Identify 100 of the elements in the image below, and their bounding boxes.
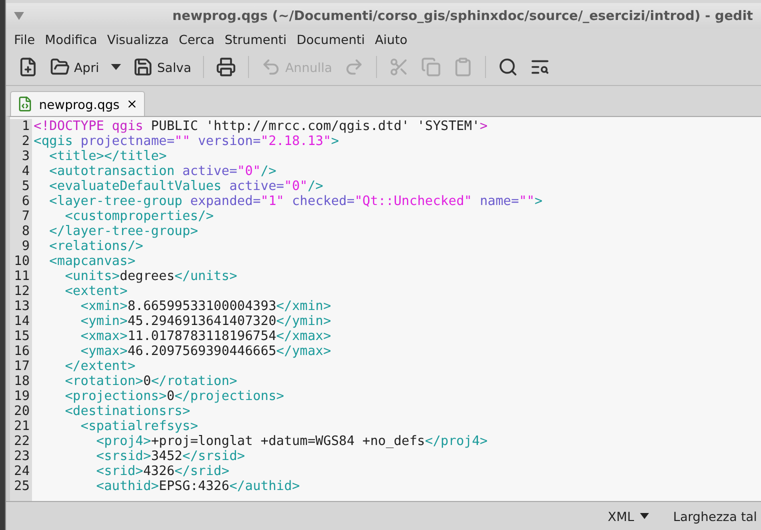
xml-tag: <layer-tree-group (34, 194, 182, 209)
code-text: 3452 (151, 449, 182, 464)
menu-item[interactable]: Visualizza (103, 32, 173, 46)
printer-icon (216, 57, 236, 77)
xml-tag: <relations/> (34, 239, 144, 254)
xml-tag: </srsid> (182, 449, 245, 464)
redo-icon (344, 57, 364, 77)
menu-item[interactable]: Strumenti (220, 32, 291, 46)
code-text: 11.0178783118196754 (128, 329, 276, 344)
code-text: 45.2946913641407320 (128, 314, 276, 329)
line-number: 11 (14, 269, 30, 284)
line-number: 18 (14, 374, 30, 389)
window-title: newprog.qgs (~/Documenti/corso_gis/sphinxdoc/source/_esercizi/introd) - gedit (171, 8, 753, 24)
attribute-name: version= (197, 134, 261, 149)
language-selector[interactable]: XML (608, 508, 650, 524)
menu-item[interactable]: Cerca (174, 32, 219, 46)
code-text: 0 (166, 389, 175, 404)
xml-tag: <title></title> (34, 149, 167, 164)
caret-icon (111, 64, 122, 70)
line-number: 7 (22, 209, 30, 224)
attribute-value: "1" (260, 194, 284, 209)
undo-icon (261, 57, 282, 77)
tab-width-selector[interactable]: Larghezza tal (673, 508, 757, 524)
menu-item[interactable]: Modifica (40, 32, 102, 46)
xml-tag: </rotation> (151, 374, 238, 389)
xml-tag: <extent> (34, 284, 128, 299)
xml-tag: /> (308, 179, 324, 194)
tab-label: newprog.qgs (39, 96, 120, 112)
xml-tag: </units> (174, 269, 238, 284)
xml-tag: <spatialrefsys> (34, 419, 198, 434)
line-number: 15 (14, 329, 30, 344)
xml-tag: <xmin> (34, 299, 128, 314)
xml-tag: <mapcanvas> (34, 254, 136, 269)
menu-item[interactable]: Aiuto (370, 32, 412, 46)
xml-tag: > (331, 134, 339, 149)
window-menu-icon[interactable] (14, 12, 24, 20)
attribute-value: "" (518, 194, 535, 209)
line-number: 9 (22, 239, 30, 254)
xml-tag: </projections> (174, 389, 284, 404)
attribute-value: "" (174, 134, 190, 149)
line-number: 17 (14, 359, 30, 374)
line-number: 25 (14, 479, 30, 494)
scissors-icon (389, 57, 410, 77)
new-document-icon (18, 57, 38, 77)
clipboard-icon (453, 57, 474, 77)
xml-tag: <ymax> (34, 344, 128, 359)
save-icon (133, 57, 154, 77)
folder-icon (50, 57, 70, 77)
xml-tag: <evaluateDefaultValues (34, 179, 222, 194)
code-text: 46.2097569390446665 (128, 344, 276, 359)
open-button[interactable]: Apri (46, 55, 104, 79)
xml-tag: <customproperties/> (34, 209, 214, 224)
line-number: 20 (14, 404, 30, 419)
line-number: 24 (14, 464, 30, 479)
close-icon[interactable] (126, 98, 138, 110)
attribute-value: "2.18.13" (260, 134, 332, 149)
code-text: EPSG:4326 (158, 479, 230, 494)
line-number: 14 (14, 314, 30, 329)
attribute-value: "Qt::Unchecked" (354, 194, 472, 209)
code-text: 8.66599533100004393 (128, 299, 276, 314)
search-icon (498, 57, 518, 77)
xml-tag: </authid> (229, 479, 300, 494)
xml-tag: <units> (34, 269, 120, 284)
line-number: 2 (22, 134, 30, 149)
attribute-name: name= (478, 194, 519, 209)
attribute-name: active= (228, 179, 284, 194)
code-text: 4326 (143, 464, 175, 479)
xml-tag: <xmax> (34, 329, 128, 344)
line-number: 3 (22, 149, 30, 164)
xml-tag: /> (260, 164, 276, 179)
xml-tag: <rotation> (34, 374, 144, 389)
document-tab[interactable]: newprog.qgs (10, 91, 145, 116)
xml-tag: <autotransaction (34, 164, 175, 179)
attribute-name: active= (181, 164, 238, 179)
xml-tag: </xmin> (276, 299, 332, 314)
doctype-declaration: <!DOCTYPE qgis (34, 119, 144, 134)
line-number: 23 (14, 449, 30, 464)
menu-item[interactable]: File (10, 32, 39, 46)
xml-tag: <projections> (34, 389, 167, 404)
attribute-value: "0" (284, 179, 308, 194)
save-button[interactable]: Salva (129, 55, 196, 79)
code-text: 0 (143, 374, 152, 389)
xml-tag: <destinationsrs> (34, 404, 190, 419)
line-number: 22 (14, 434, 30, 449)
caret-icon (640, 513, 650, 519)
xml-tag: <qgis (34, 134, 73, 149)
xml-tag: </ymin> (276, 314, 332, 329)
copy-icon (421, 57, 442, 77)
line-number: 12 (14, 284, 30, 299)
line-number: 4 (22, 164, 30, 179)
menu-item[interactable]: Documenti (292, 32, 369, 46)
xml-tag: </xmax> (276, 329, 332, 344)
xml-tag: </srid> (174, 464, 230, 479)
line-number: 10 (14, 254, 30, 269)
xml-tag: > (534, 194, 542, 209)
xml-tag: </layer-tree-group> (34, 224, 198, 239)
line-number: 21 (14, 419, 30, 434)
line-number: 8 (22, 224, 30, 239)
xml-tag: <authid> (34, 479, 159, 494)
line-number: 13 (14, 299, 30, 314)
